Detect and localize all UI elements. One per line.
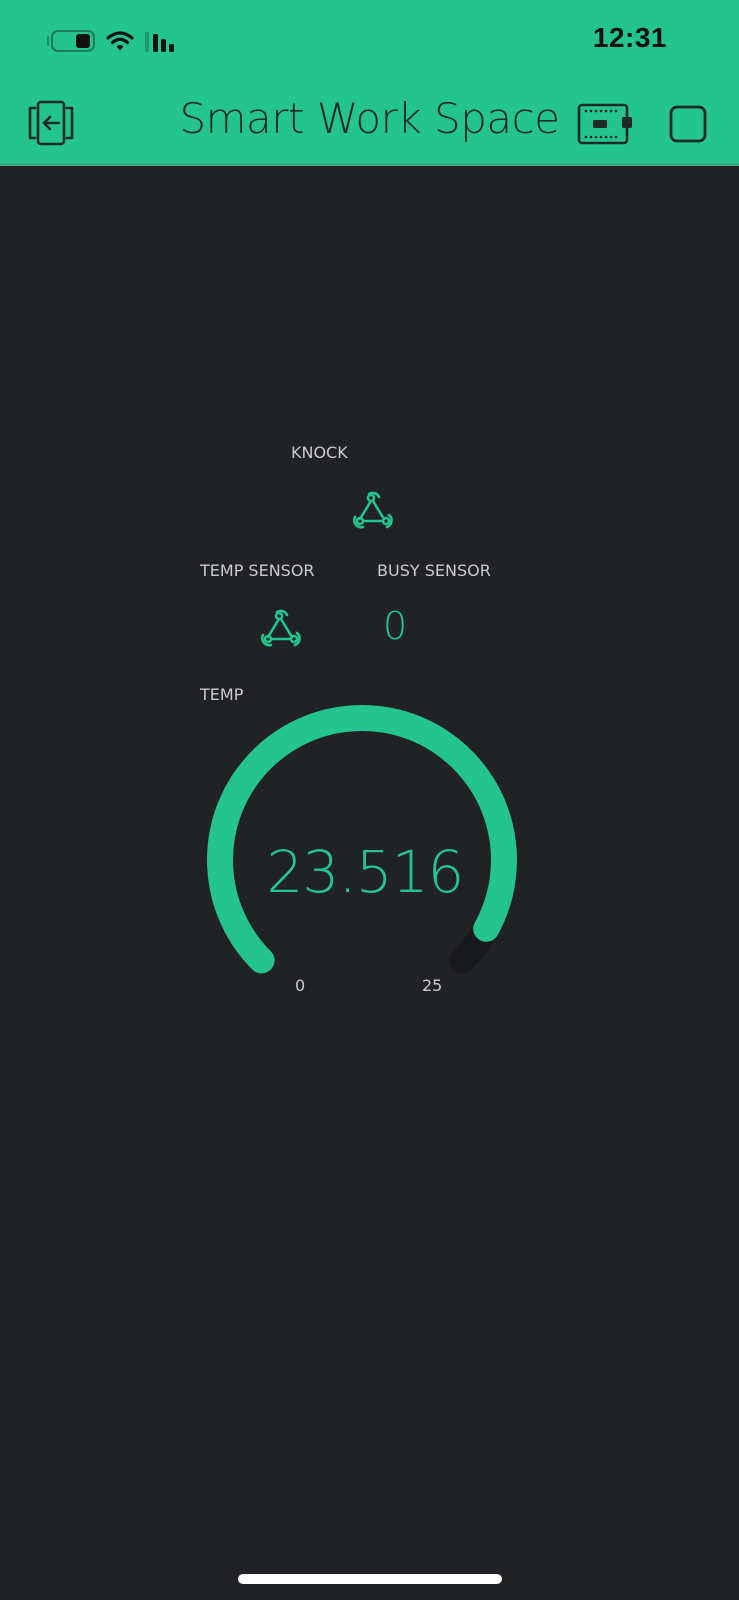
webhook-icon bbox=[349, 489, 397, 535]
status-bar: 12:31 bbox=[0, 0, 739, 86]
app-bar: Smart Work Space bbox=[0, 92, 739, 162]
webhook-icon bbox=[257, 607, 305, 653]
home-indicator[interactable] bbox=[238, 1574, 502, 1584]
knock-label: KNOCK bbox=[291, 443, 348, 462]
device-button[interactable] bbox=[574, 100, 636, 152]
status-time: 12:31 bbox=[592, 22, 667, 53]
gauge-value: 23.516 bbox=[266, 838, 465, 906]
device-board-icon bbox=[576, 102, 634, 150]
stop-square-icon bbox=[668, 104, 708, 148]
temp-sensor-label: TEMP SENSOR bbox=[200, 561, 315, 580]
header-divider bbox=[0, 163, 739, 166]
busy-sensor-value: 0 bbox=[383, 604, 408, 648]
app-header: 12:31 Smart Work Space bbox=[0, 0, 739, 166]
stop-button[interactable] bbox=[664, 102, 712, 150]
gauge-max-label: 25 bbox=[422, 976, 443, 995]
battery-icon bbox=[46, 28, 96, 58]
cellular-signal-icon bbox=[144, 29, 178, 57]
busy-sensor-label: BUSY SENSOR bbox=[377, 561, 491, 580]
status-icons bbox=[46, 28, 178, 58]
wifi-icon bbox=[106, 29, 134, 57]
gauge-min-label: 0 bbox=[295, 976, 306, 995]
